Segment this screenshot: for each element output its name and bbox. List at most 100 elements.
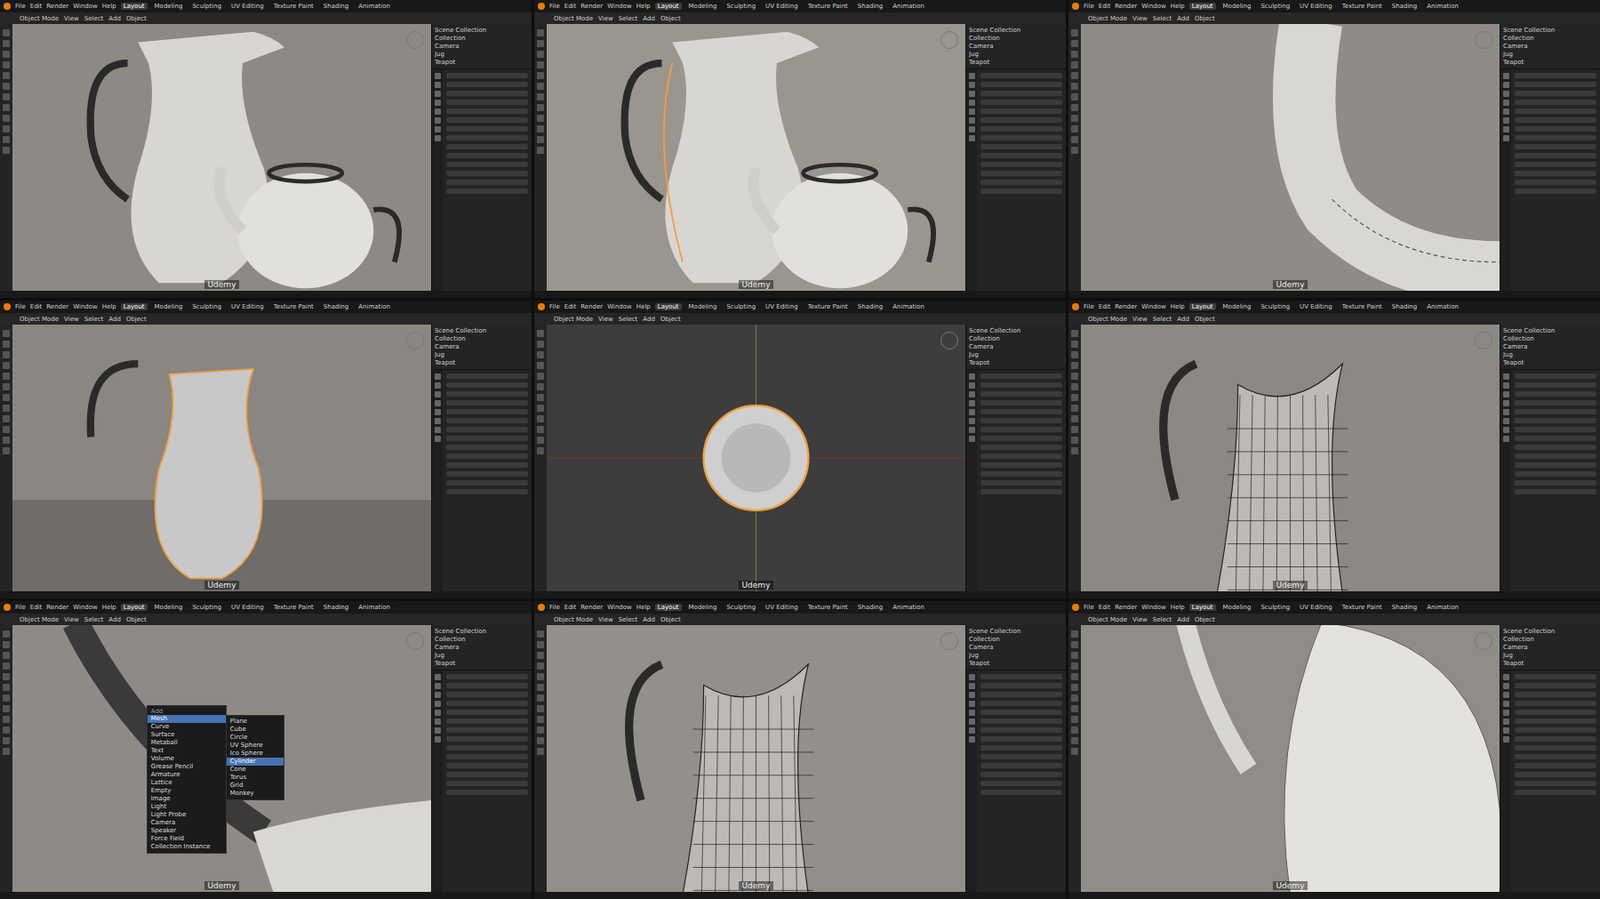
tool-icon[interactable] xyxy=(2,351,10,359)
menu-item[interactable]: Render xyxy=(46,2,69,10)
tool-icon[interactable] xyxy=(1071,662,1079,670)
property-tab-icon[interactable] xyxy=(1503,117,1510,124)
workspace-tab[interactable]: Texture Paint xyxy=(805,303,851,311)
workspace-tab[interactable]: Animation xyxy=(889,2,928,10)
property-field[interactable] xyxy=(446,762,528,768)
workspace-tab[interactable]: UV Editing xyxy=(762,303,801,311)
property-field[interactable] xyxy=(980,682,1063,688)
header-item[interactable]: Select xyxy=(1152,15,1173,23)
menu-item[interactable]: Window xyxy=(72,2,98,10)
workspace-tab[interactable]: Texture Paint xyxy=(1339,2,1385,10)
property-field[interactable] xyxy=(1514,373,1597,379)
tool-icon[interactable] xyxy=(536,404,544,412)
workspace-tab[interactable]: Sculpting xyxy=(723,303,759,311)
blender-logo-icon[interactable] xyxy=(1072,2,1080,10)
outliner-item[interactable]: Jug xyxy=(434,351,529,359)
property-field[interactable] xyxy=(446,435,528,441)
tool-icon[interactable] xyxy=(2,50,10,58)
outliner-item[interactable]: Collection xyxy=(968,335,1064,343)
property-field[interactable] xyxy=(980,744,1063,751)
tool-icon[interactable] xyxy=(536,436,544,444)
header-item[interactable]: Add xyxy=(1176,15,1190,23)
property-tab-icon[interactable] xyxy=(968,727,976,734)
blender-logo-icon[interactable] xyxy=(537,303,545,311)
menu-item[interactable]: File xyxy=(1083,303,1095,311)
property-tab-icon[interactable] xyxy=(968,417,976,424)
header-item[interactable]: Object Mode xyxy=(19,616,59,624)
property-field[interactable] xyxy=(446,373,528,379)
tool-icon[interactable] xyxy=(1071,704,1079,712)
property-field[interactable] xyxy=(446,126,528,132)
property-tab-icon[interactable] xyxy=(968,736,976,743)
tool-icon[interactable] xyxy=(536,704,544,712)
property-field[interactable] xyxy=(1514,771,1597,777)
workspace-tab[interactable]: Sculpting xyxy=(723,603,759,611)
tool-icon[interactable] xyxy=(2,672,10,680)
property-field[interactable] xyxy=(446,144,528,150)
tool-icon[interactable] xyxy=(536,726,544,734)
property-tab-icon[interactable] xyxy=(434,435,441,442)
outliner-item[interactable]: Collection xyxy=(1503,335,1598,343)
tool-icon[interactable] xyxy=(536,125,544,133)
header-item[interactable]: Add xyxy=(108,15,121,23)
header-item[interactable]: Object xyxy=(126,616,147,624)
tool-icon[interactable] xyxy=(536,351,544,359)
menu-item[interactable]: Edit xyxy=(1098,2,1112,10)
property-field[interactable] xyxy=(1514,435,1597,441)
menu-item[interactable]: Edit xyxy=(30,2,43,10)
tool-icon[interactable] xyxy=(2,662,10,670)
menu-item[interactable]: Text xyxy=(147,746,226,755)
tool-icon[interactable] xyxy=(536,372,544,380)
property-field[interactable] xyxy=(446,99,528,105)
property-tab-icon[interactable] xyxy=(968,408,976,416)
property-field[interactable] xyxy=(980,161,1063,168)
workspace-tab[interactable]: Animation xyxy=(355,303,393,311)
tool-icon[interactable] xyxy=(2,436,10,444)
outliner-item[interactable]: Jug xyxy=(434,50,529,58)
workspace-tab[interactable]: Sculpting xyxy=(1257,603,1293,611)
tool-icon[interactable] xyxy=(1071,114,1079,122)
property-field[interactable] xyxy=(980,99,1063,105)
property-field[interactable] xyxy=(1514,682,1597,688)
tool-icon[interactable] xyxy=(536,747,544,755)
workspace-tab[interactable]: Animation xyxy=(355,2,393,10)
property-tab-icon[interactable] xyxy=(434,108,441,115)
workspace-tab[interactable]: Shading xyxy=(320,2,352,10)
outliner-item[interactable]: Teapot xyxy=(434,58,529,66)
menu-item[interactable]: Light Probe xyxy=(147,810,226,819)
menu-item[interactable]: Render xyxy=(1114,2,1137,10)
property-field[interactable] xyxy=(1514,161,1597,168)
menu-item[interactable]: Collection Instance xyxy=(147,842,226,851)
workspace-tab[interactable]: Modeling xyxy=(152,2,186,10)
property-field[interactable] xyxy=(980,471,1063,477)
menu-item[interactable]: Ico Sphere xyxy=(226,749,284,758)
outliner-item[interactable]: Collection xyxy=(968,635,1064,643)
menu-item[interactable]: Window xyxy=(1141,2,1167,10)
property-tab-icon[interactable] xyxy=(434,408,441,416)
tool-icon[interactable] xyxy=(2,747,10,755)
property-tab-icon[interactable] xyxy=(1503,126,1510,133)
header-item[interactable]: Add xyxy=(642,315,656,323)
outliner-item[interactable]: Jug xyxy=(1503,651,1598,659)
axis-gizmo-icon[interactable] xyxy=(940,31,959,49)
workspace-tab[interactable]: Layout xyxy=(655,303,682,311)
header-item[interactable]: Object xyxy=(1194,315,1216,323)
property-field[interactable] xyxy=(446,718,528,724)
outliner-item[interactable]: Camera xyxy=(434,42,529,50)
menu-item[interactable]: Edit xyxy=(30,603,43,611)
tool-icon[interactable] xyxy=(1071,683,1079,691)
tool-icon[interactable] xyxy=(536,114,544,122)
axis-gizmo-icon[interactable] xyxy=(1474,632,1493,650)
property-tab-icon[interactable] xyxy=(968,718,976,725)
header-item[interactable]: Select xyxy=(1152,616,1173,624)
property-field[interactable] xyxy=(446,709,528,715)
property-tab-icon[interactable] xyxy=(1503,727,1510,734)
property-field[interactable] xyxy=(446,108,528,114)
property-field[interactable] xyxy=(1514,780,1597,786)
tool-icon[interactable] xyxy=(2,415,10,423)
workspace-tab[interactable]: Layout xyxy=(120,603,148,611)
property-field[interactable] xyxy=(1514,382,1597,388)
property-field[interactable] xyxy=(446,188,528,194)
workspace-tab[interactable]: Shading xyxy=(855,303,886,311)
outliner-item[interactable]: Collection xyxy=(434,635,529,643)
